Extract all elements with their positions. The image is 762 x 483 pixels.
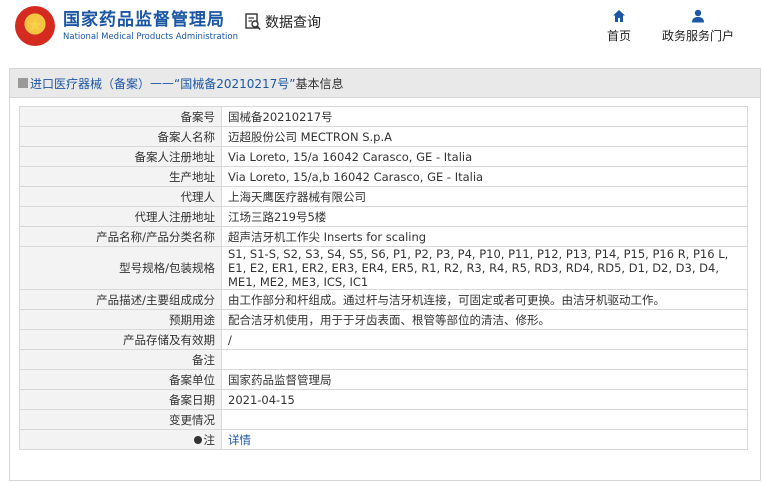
record-panel: 进口医疗器械（备案） —— “国械备20210217号” 基本信息 备案号 国械备… (9, 68, 761, 481)
table-row: 备案号 国械备20210217号 (19, 106, 748, 127)
nav-home-label: 首页 (607, 29, 632, 43)
table-row: 代理人 上海天鹰医疗器械有限公司 (19, 186, 748, 207)
panel-title: 进口医疗器械（备案） —— “国械备20210217号” 基本信息 (10, 69, 760, 98)
data-query-label: 数据查询 (265, 15, 321, 31)
nav-home[interactable]: 首页 (607, 9, 631, 44)
row-value: 详情 (221, 429, 748, 450)
title-separator: —— (150, 76, 175, 90)
row-key: 型号规格/包装规格 (19, 246, 222, 290)
row-key: 产品名称/产品分类名称 (19, 226, 222, 247)
record-info-table: 备案号 国械备20210217号 备案人名称 迈超股份公司 MECTRON S.p.… (19, 106, 748, 450)
row-key: 变更情况 (19, 409, 222, 430)
table-row: 备案人注册地址 Via Loreto, 15/a 16042 Carasco, G… (19, 146, 748, 167)
top-bar: ★ 国家药品监督管理局 National Medical Products Ad… (0, 0, 762, 66)
table-row: 预期用途 配合洁牙机使用，用于于牙齿表面、根管等部位的清洁、修形。 (19, 309, 748, 330)
row-value: 迈超股份公司 MECTRON S.p.A (221, 126, 748, 147)
title-category: 进口医疗器械（备案） (30, 76, 151, 91)
title-record-no: “国械备20210217号” (174, 76, 296, 91)
row-value: 超声洁牙机工作尖 Inserts for scaling (221, 226, 748, 247)
title-suffix: 基本信息 (295, 76, 344, 91)
row-key: 生产地址 (19, 166, 222, 187)
national-emblem-icon: ★ (15, 6, 55, 46)
table-row: 备案日期 2021-04-15 (19, 389, 748, 410)
table-row: 注 详情 (19, 429, 748, 450)
user-icon (692, 9, 704, 23)
table-row: 变更情况 (19, 409, 748, 430)
table-row: 产品名称/产品分类名称 超声洁牙机工作尖 Inserts for scaling (19, 226, 748, 247)
list-icon (18, 78, 28, 88)
table-row: 备案单位 国家药品监督管理局 (19, 369, 748, 390)
row-key: 备注 (19, 349, 222, 370)
details-link[interactable]: 详情 (228, 433, 251, 447)
lightbulb-icon (193, 436, 202, 444)
nav-portal-label: 政务服务门户 (662, 29, 735, 43)
note-label: 注 (203, 432, 216, 447)
table-row: 型号规格/包装规格 S1, S1-S, S2, S3, S4, S5, S6, P… (19, 246, 748, 290)
row-key: 产品描述/主要组成成分 (19, 289, 222, 310)
table-row: 备案人名称 迈超股份公司 MECTRON S.p.A (19, 126, 748, 147)
row-value: / (221, 329, 748, 350)
row-value: 2021-04-15 (221, 389, 748, 410)
row-value (221, 349, 748, 370)
row-key: 代理人 (19, 186, 222, 207)
site-logo[interactable]: ★ 国家药品监督管理局 National Medical Products Ad… (15, 6, 238, 46)
row-value: S1, S1-S, S2, S3, S4, S5, S6, P1, P2, P3… (221, 246, 748, 290)
home-icon (613, 10, 625, 22)
row-key: 备案号 (19, 106, 222, 127)
row-value: 国家药品监督管理局 (221, 369, 748, 390)
row-value: 配合洁牙机使用，用于于牙齿表面、根管等部位的清洁、修形。 (221, 309, 748, 330)
row-key: 代理人注册地址 (19, 206, 222, 227)
logo-text: 国家药品监督管理局 National Medical Products Admi… (63, 9, 238, 43)
row-value: Via Loreto, 15/a,b 16042 Carasco, GE - I… (221, 166, 748, 187)
row-value: 由工作部分和杆组成。通过杆与洁牙机连接，可固定或者可更换。由洁牙机驱动工作。 (221, 289, 748, 310)
row-key: 备案人注册地址 (19, 146, 222, 167)
data-query-icon (245, 13, 261, 31)
row-value: Via Loreto, 15/a 16042 Carasco, GE - Ita… (221, 146, 748, 167)
logo-title-cn: 国家药品监督管理局 (63, 10, 225, 30)
row-key: 备案人名称 (19, 126, 222, 147)
row-value: 上海天鹰医疗器械有限公司 (221, 186, 748, 207)
row-key: 产品存储及有效期 (19, 329, 222, 350)
table-row: 产品存储及有效期 / (19, 329, 748, 350)
logo-title-en: National Medical Products Administration (63, 32, 238, 42)
row-value: 国械备20210217号 (221, 106, 748, 127)
table-row: 产品描述/主要组成成分 由工作部分和杆组成。通过杆与洁牙机连接，可固定或者可更换。… (19, 289, 748, 310)
table-row: 生产地址 Via Loreto, 15/a,b 16042 Carasco, GE… (19, 166, 748, 187)
row-key: 预期用途 (19, 309, 222, 330)
table-row: 代理人注册地址 江场三路219号5楼 (19, 206, 748, 227)
row-key: 备案单位 (19, 369, 222, 390)
row-key: 注 (19, 429, 222, 450)
row-value (221, 409, 748, 430)
nav-service-portal[interactable]: 政务服务门户 (662, 9, 734, 44)
row-key: 备案日期 (19, 389, 222, 410)
table-row: 备注 (19, 349, 748, 370)
row-value: 江场三路219号5楼 (221, 206, 748, 227)
data-query-link[interactable]: 数据查询 (245, 12, 321, 32)
